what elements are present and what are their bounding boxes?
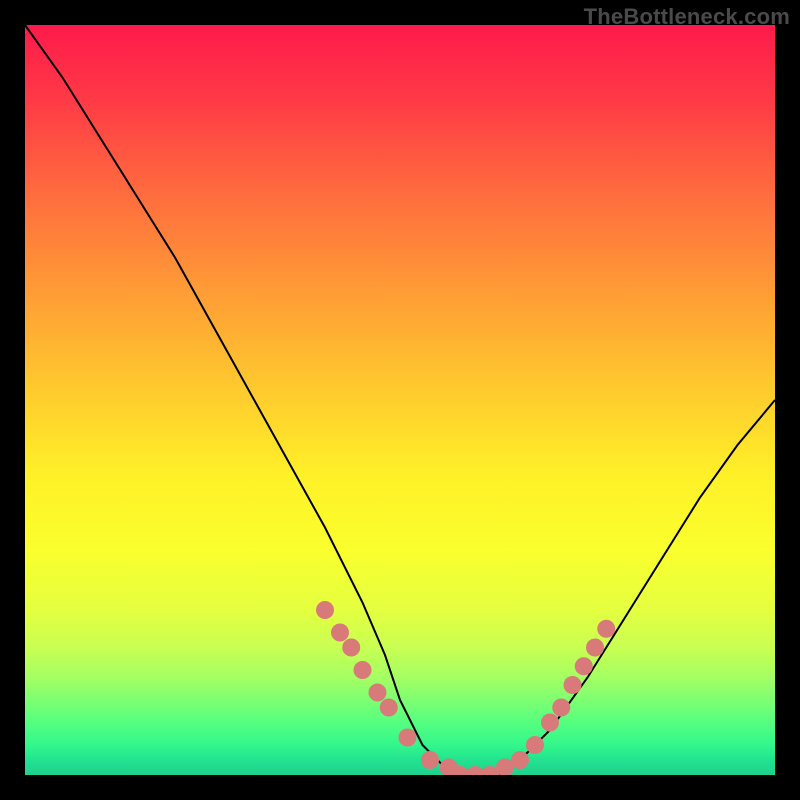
curve-layer — [25, 25, 775, 775]
highlight-dot — [421, 751, 439, 769]
highlight-dot — [552, 699, 570, 717]
highlight-dot — [575, 657, 593, 675]
chart-stage: TheBottleneck.com — [0, 0, 800, 800]
bottleneck-curve-path — [25, 25, 775, 775]
highlight-dots — [316, 601, 615, 775]
highlight-dot — [331, 624, 349, 642]
plot-area — [25, 25, 775, 775]
highlight-dot — [511, 751, 529, 769]
highlight-dot — [541, 714, 559, 732]
highlight-dot — [342, 639, 360, 657]
highlight-dot — [597, 620, 615, 638]
highlight-dot — [369, 684, 387, 702]
highlight-dot — [586, 639, 604, 657]
highlight-dot — [316, 601, 334, 619]
highlight-dot — [380, 699, 398, 717]
highlight-dot — [399, 729, 417, 747]
highlight-dot — [526, 736, 544, 754]
highlight-dot — [564, 676, 582, 694]
highlight-dot — [354, 661, 372, 679]
